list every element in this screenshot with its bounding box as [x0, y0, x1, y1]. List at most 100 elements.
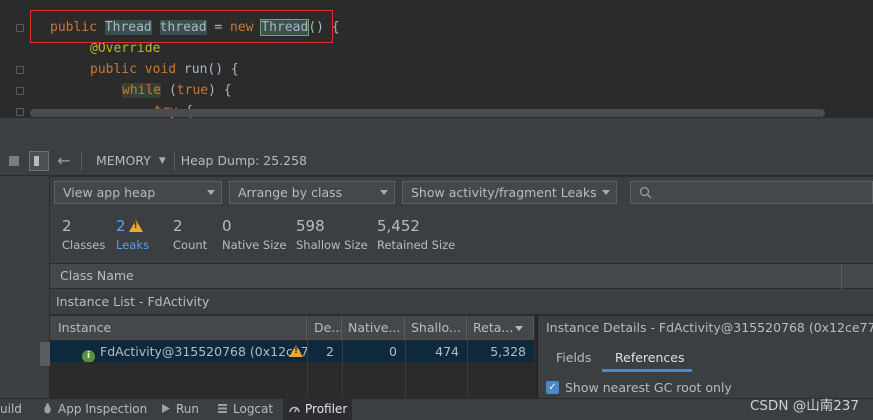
instance-cell: i FdActivity@315520768 (0x12ce7700): [82, 341, 307, 362]
fold-marker-icon[interactable]: [16, 87, 24, 95]
stat-label: Count: [173, 238, 208, 252]
code-text: ) {: [208, 83, 232, 98]
heap-dropdown-value: View app heap: [63, 185, 156, 200]
tool-tab-run[interactable]: Run: [160, 402, 199, 416]
stat-label: Native Size: [222, 238, 287, 252]
fold-marker-icon[interactable]: [16, 108, 24, 116]
column-header-retained[interactable]: Reta...: [467, 316, 534, 340]
stat-value: 2: [116, 217, 126, 235]
instance-table: Instance De... Native... Shallo... Reta.…: [50, 316, 538, 398]
toggle-panel-icon[interactable]: [29, 150, 49, 171]
keyword: while: [122, 83, 162, 98]
keyword: true: [176, 83, 209, 98]
tab-references[interactable]: References: [615, 350, 684, 365]
watermark: CSDN @山南237: [749, 398, 859, 414]
fold-marker-icon[interactable]: [16, 66, 24, 74]
code-text: run() {: [176, 62, 239, 77]
instance-details-title: Instance Details - FdActivity@315520768 …: [546, 320, 873, 335]
stat-value: 2: [62, 217, 72, 235]
instance-list-title: Instance List - FdActivity: [56, 294, 210, 309]
search-input[interactable]: [630, 181, 873, 204]
profiler-toolbar: ← MEMORY ▼ Heap Dump: 25.258: [0, 146, 873, 176]
chevron-down-icon[interactable]: ▼: [159, 156, 166, 166]
heap-dump-label: Heap Dump: 25.258: [180, 153, 307, 168]
sort-descending-icon: [515, 326, 523, 331]
column-header-class-name[interactable]: Class Name: [60, 268, 134, 283]
tool-tab-logcat[interactable]: Logcat: [217, 402, 273, 416]
annotation: @Override: [90, 41, 161, 56]
stat-label: Shallow Size: [296, 238, 368, 252]
tool-tab-build[interactable]: uild: [0, 402, 22, 416]
selection-indicator: [40, 342, 50, 366]
stat-leaks[interactable]: 2 Leaks: [116, 217, 149, 252]
table-row[interactable]: i FdActivity@315520768 (0x12ce7700) 2 0 4…: [50, 341, 534, 362]
code-line-4[interactable]: while (true) {: [122, 80, 232, 101]
stat-label: Retained Size: [377, 238, 456, 252]
warning-icon: [128, 220, 143, 232]
toolbar-divider: [173, 151, 175, 170]
panel-separator: [0, 118, 873, 146]
arrange-dropdown-value: Arrange by class: [238, 185, 343, 200]
toolbar-divider: [81, 151, 82, 170]
filter-bar: View app heap Arrange by class Show acti…: [50, 177, 873, 209]
column-header-instance[interactable]: Instance: [50, 316, 307, 340]
chevron-down-icon: [602, 190, 610, 195]
gc-root-checkbox-label[interactable]: Show nearest GC root only: [565, 380, 732, 395]
shallow-size-cell: 474: [435, 344, 459, 359]
gauge-icon: [289, 406, 300, 413]
stat-value: 0: [222, 217, 232, 235]
keyword: void: [144, 62, 177, 77]
stat-label: Leaks: [116, 238, 149, 252]
instance-name: FdActivity@315520768 (0x12ce7700): [100, 344, 307, 359]
retained-size-cell: 5,328: [490, 344, 526, 359]
instance-list-title-bar: Instance List - FdActivity: [50, 289, 873, 315]
column-divider: [405, 340, 406, 398]
stat-retained-size[interactable]: 5,452 Retained Size: [377, 217, 455, 252]
keyword: public: [90, 62, 137, 77]
stat-value: 598: [296, 217, 325, 235]
column-header-label: Reta...: [473, 320, 514, 335]
code-line-3[interactable]: public void run() {: [90, 59, 239, 80]
class-table-header: Class Name: [50, 263, 873, 290]
chevron-down-icon: [207, 190, 215, 195]
stat-label: Classes: [62, 238, 106, 252]
depth-cell: 2: [326, 344, 334, 359]
tool-tab-label: App Inspection: [58, 402, 148, 416]
tool-tab-app-inspection[interactable]: App Inspection: [42, 402, 147, 416]
stat-shallow-size[interactable]: 598 Shallow Size: [296, 217, 368, 252]
highlight-box: [30, 10, 333, 43]
gc-root-checkbox[interactable]: ✓: [546, 381, 559, 394]
horizontal-scrollbar[interactable]: [30, 109, 825, 117]
leaks-dropdown[interactable]: Show activity/fragment Leaks: [402, 181, 617, 204]
native-size-cell: 0: [389, 344, 397, 359]
code-editor[interactable]: public Thread thread = new Thread() { @O…: [0, 0, 873, 118]
stat-count[interactable]: 2 Count: [173, 217, 207, 252]
code-text: (: [161, 83, 177, 98]
instance-icon: i: [82, 350, 95, 362]
column-header-native[interactable]: Native...: [342, 316, 405, 340]
memory-label[interactable]: MEMORY: [96, 153, 151, 168]
play-icon: [162, 404, 170, 413]
bug-icon: [44, 403, 51, 414]
fold-marker-icon[interactable]: [16, 24, 24, 32]
editor-gutter: [0, 0, 30, 118]
tab-fields[interactable]: Fields: [556, 350, 591, 365]
tool-tab-label: Logcat: [233, 402, 274, 416]
heap-dropdown[interactable]: View app heap: [54, 181, 222, 204]
arrange-dropdown[interactable]: Arrange by class: [229, 181, 395, 204]
column-header-shallow[interactable]: Shallo...: [405, 316, 467, 340]
warning-icon: [289, 345, 303, 357]
back-arrow-icon[interactable]: ←: [53, 150, 75, 172]
stat-classes[interactable]: 2 Classes: [62, 217, 105, 252]
tool-tab-profiler[interactable]: Profiler: [289, 402, 347, 416]
heap-summary: 2 Classes 2 Leaks 2 Count 0 Native Size 598 S…: [50, 209, 873, 263]
stop-icon[interactable]: [3, 150, 25, 172]
search-icon: [639, 186, 652, 199]
stat-value: 5,452: [377, 217, 420, 235]
list-icon: [218, 404, 227, 413]
tool-tab-label: Profiler: [305, 402, 348, 416]
stat-native-size[interactable]: 0 Native Size: [222, 217, 287, 252]
column-divider: [307, 340, 308, 398]
column-header-depth[interactable]: De...: [307, 316, 342, 340]
left-strip: [0, 176, 50, 398]
